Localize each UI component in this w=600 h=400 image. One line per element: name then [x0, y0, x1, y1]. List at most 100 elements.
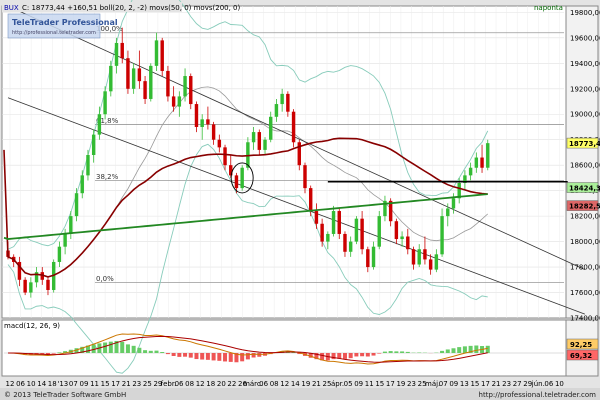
candle-body	[91, 134, 96, 155]
price-tick-label: 19000,00	[570, 111, 600, 119]
candle-body	[348, 241, 353, 252]
fibonacci-label: 38,2%	[96, 173, 119, 181]
date-tick-label: '13	[57, 380, 68, 388]
candle-body	[474, 157, 479, 168]
candle-body	[417, 249, 421, 265]
copyright-text: © 2013 TeleTrader Software GmbH	[4, 391, 126, 399]
price-tick-label: 17800,00	[570, 264, 600, 272]
candle-body	[120, 42, 124, 59]
date-tick-label: 07	[439, 380, 448, 388]
indicator-label: C: 18773,44 +160,51 boll(20, 2, -2) movs…	[22, 4, 240, 12]
date-tick-label: 05	[344, 380, 353, 388]
candle-body	[46, 279, 50, 290]
candle-body	[343, 233, 347, 252]
price-badge-value: 18424,39	[569, 185, 600, 193]
candle-body	[69, 216, 73, 234]
date-tick-label: 10	[555, 380, 564, 388]
date-tick-label: 11	[365, 380, 374, 388]
date-tick-label: 21	[492, 380, 501, 388]
macd-badge-value: 69,32	[570, 352, 592, 360]
date-tick-label: 12	[280, 380, 289, 388]
date-tick-label: 10	[27, 380, 36, 388]
date-tick-label: 17	[481, 380, 490, 388]
candle-body	[440, 216, 444, 255]
candle-body	[29, 282, 33, 293]
price-tick-label: 18600,00	[570, 162, 600, 170]
candle-body	[269, 116, 273, 140]
candle-body	[80, 175, 84, 194]
candle-body	[446, 208, 450, 217]
candle-body	[200, 119, 204, 127]
symbol-label[interactable]: BUX	[4, 4, 19, 12]
price-tick-label: 19600,00	[570, 34, 600, 42]
date-tick-label: 14	[37, 380, 46, 388]
candle-body	[486, 143, 490, 168]
candle-body	[280, 93, 284, 105]
candle-body	[286, 93, 290, 112]
date-tick-label: 15	[101, 380, 110, 388]
candle-body	[263, 139, 267, 150]
date-tick-label: 23	[407, 380, 416, 388]
candle-body	[331, 211, 336, 234]
candle-body	[308, 188, 313, 212]
candle-body	[366, 249, 370, 268]
date-tick-label: 21	[122, 380, 131, 388]
candle-body	[86, 154, 90, 176]
candle-body	[428, 259, 433, 270]
candle-body	[234, 175, 239, 189]
date-tick-label: 07	[69, 380, 78, 388]
date-tick-label: 08	[185, 380, 194, 388]
date-tick-label: 06	[544, 380, 553, 388]
price-tick-label: 18000,00	[570, 238, 600, 246]
price-tick-label: 19200,00	[570, 85, 600, 93]
candle-body	[160, 40, 164, 71]
candle-body	[126, 58, 130, 89]
candle-body	[354, 218, 359, 242]
candle-body	[217, 139, 222, 148]
candle-body	[303, 165, 307, 189]
candle-body	[211, 124, 216, 140]
logo-brand: TeleTrader Professional	[12, 18, 118, 27]
price-tick-label: 18200,00	[570, 213, 600, 221]
candle-body	[57, 246, 62, 262]
candle-body	[149, 65, 153, 99]
date-axis: 12 06 10 14 18'13 07 09 11 15 17 21 23 25 29febr.06 08…	[6, 380, 564, 388]
candle-body	[114, 42, 119, 66]
date-tick-label: 18	[48, 380, 57, 388]
candle-body	[274, 104, 279, 117]
date-tick-label: 19	[396, 380, 405, 388]
candle-body	[109, 65, 113, 92]
candle-body	[291, 111, 296, 143]
candle-body	[468, 167, 473, 176]
date-tick-label: 21	[312, 380, 321, 388]
date-tick-label: 17	[386, 380, 395, 388]
date-tick-label: 25	[143, 380, 152, 388]
candle-body	[23, 279, 27, 293]
date-tick-label: 09	[354, 380, 363, 388]
interval-label[interactable]: naponta	[534, 4, 563, 12]
date-tick-label: ápr.	[331, 380, 344, 388]
candle-body	[154, 40, 159, 66]
date-tick-label: 09	[80, 380, 89, 388]
date-tick-label: 15	[470, 380, 479, 388]
chart-canvas: 100,0%61,8%38,2%0,0% 19800,0019600,00194…	[0, 0, 600, 400]
footer-url[interactable]: http://professional.teletrader.com	[479, 391, 597, 399]
date-tick-label: 15	[375, 380, 384, 388]
candle-body	[131, 68, 136, 89]
candle-body	[314, 211, 319, 224]
candle-body	[240, 167, 244, 189]
candle-body	[360, 218, 364, 250]
candle-body	[194, 104, 199, 127]
date-tick-label: 06	[16, 380, 25, 388]
date-tick-label: 14	[291, 380, 300, 388]
candle-body	[251, 132, 256, 143]
date-tick-label: 20	[217, 380, 226, 388]
candle-body	[206, 119, 210, 125]
date-tick-label: 23	[132, 380, 141, 388]
price-tick-label: 19400,00	[570, 60, 600, 68]
fibonacci-label: 0,0%	[96, 275, 114, 283]
candle-body	[97, 114, 102, 135]
candle-body	[137, 68, 142, 82]
date-tick-label: 06	[259, 380, 268, 388]
date-tick-label: 08	[270, 380, 279, 388]
